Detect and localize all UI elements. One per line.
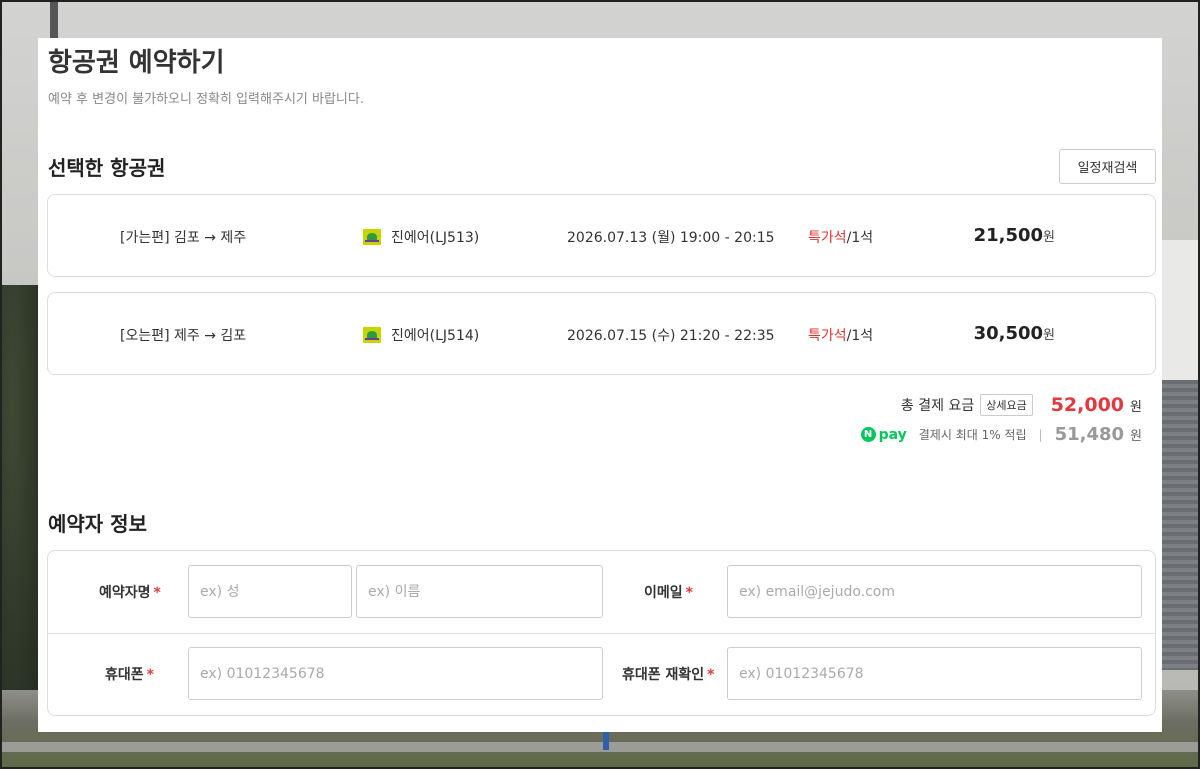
npay-n-mark: N [860, 427, 876, 442]
flight-airline: 진에어(LJ514) [363, 325, 479, 345]
fare-detail-button[interactable]: 상세요금 [980, 394, 1033, 416]
flight-route: [오는편] 제주 → 김포 [120, 328, 247, 344]
page-subtitle: 예약 후 변경이 불가하오니 정확히 입력해주시기 바랍니다. [48, 92, 364, 107]
page-title: 항공권 예약하기 [48, 48, 225, 78]
booking-panel: 항공권 예약하기 예약 후 변경이 불가하오니 정확히 입력해주시기 바랍니다.… [38, 38, 1162, 732]
flight-seat: 특가석/1석 [808, 227, 873, 247]
required-mark: * [707, 667, 715, 683]
npay-logo-icon: N pay [860, 426, 907, 443]
jinair-logo-icon [363, 229, 381, 245]
flight-datetime: 2026.07.13 (월) 19:00 - 20:15 [567, 230, 775, 246]
flight-airline: 진에어(LJ513) [363, 227, 479, 247]
npay-benefit-text: 결제시 최대 1% 적립 [918, 428, 1027, 442]
total-currency: 원 [1130, 399, 1142, 415]
phone-confirm-label-text: 휴대폰 재확인 [622, 667, 705, 683]
phone-input[interactable] [188, 647, 603, 700]
price-value: 30,500 [973, 323, 1044, 344]
form-divider [48, 633, 1155, 634]
jinair-logo-icon [363, 327, 381, 343]
flight-price: 21,500원 [974, 225, 1055, 246]
selected-flights-title: 선택한 항공권 [48, 156, 166, 180]
npay-logo-text: pay [878, 426, 907, 443]
airline-name: 진에어(LJ514) [391, 328, 480, 344]
phone-confirm-input[interactable] [727, 647, 1142, 700]
booker-info-title: 예약자 정보 [48, 512, 147, 536]
research-schedule-button[interactable]: 일정재검색 [1059, 149, 1156, 184]
required-mark: * [685, 585, 693, 601]
email-input[interactable] [727, 565, 1142, 618]
email-label: 이메일 * [644, 582, 693, 602]
total-label: 총 결제 요금 [900, 398, 975, 414]
booker-name-label-text: 예약자명 [99, 585, 151, 601]
first-name-input[interactable] [356, 565, 603, 618]
seat-type: 특가석 [808, 328, 847, 344]
npay-separator: | [1038, 427, 1043, 442]
total-amount: 52,000 [1050, 394, 1125, 416]
flight-price: 30,500원 [974, 323, 1055, 344]
flight-card-outbound: [가는편] 김포 → 제주 진에어(LJ513) 2026.07.13 (월) … [47, 194, 1156, 277]
flight-datetime: 2026.07.15 (수) 21:20 - 22:35 [567, 328, 775, 344]
price-currency: 원 [1043, 328, 1055, 343]
flight-seat: 특가석/1석 [808, 325, 873, 345]
price-currency: 원 [1043, 230, 1055, 245]
email-label-text: 이메일 [644, 585, 683, 601]
required-mark: * [146, 667, 154, 683]
npay-row: N pay 결제시 최대 1% 적립 | 51,480 원 [860, 424, 1142, 445]
phone-label-text: 휴대폰 [105, 667, 144, 683]
booker-name-label: 예약자명 * [99, 582, 161, 602]
seat-type: 특가석 [808, 230, 847, 246]
phone-label: 휴대폰 * [105, 664, 154, 684]
seat-count: /1석 [846, 328, 874, 344]
price-value: 21,500 [973, 225, 1044, 246]
last-name-input[interactable] [188, 565, 352, 618]
airline-name: 진에어(LJ513) [391, 230, 480, 246]
seat-count: /1석 [846, 230, 874, 246]
booker-form: 예약자명* 이메일* 휴대폰* 휴대폰 재확인* [47, 550, 1156, 716]
flight-route: [가는편] 김포 → 제주 [120, 230, 247, 246]
total-payment-row: 총 결제 요금 상세요금 52,000 원 [901, 394, 1142, 416]
required-mark: * [153, 585, 161, 601]
npay-amount: 51,480 [1054, 424, 1125, 445]
phone-confirm-label: 휴대폰 재확인 * [622, 664, 714, 684]
flight-card-return: [오는편] 제주 → 김포 진에어(LJ514) 2026.07.15 (수) … [47, 292, 1156, 375]
npay-currency: 원 [1130, 429, 1142, 444]
